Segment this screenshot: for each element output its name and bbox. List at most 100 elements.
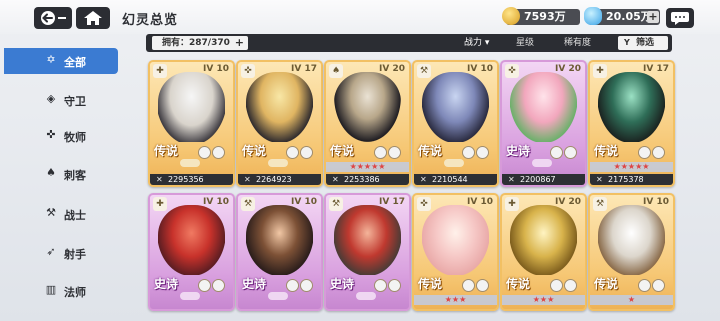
hero-portrait — [422, 205, 489, 275]
element-icon — [212, 279, 225, 292]
sidebar-item-archer[interactable]: ➶ 射手 — [0, 240, 126, 266]
element-icon — [462, 279, 475, 292]
hero-card[interactable]: ✚ IV 10 传说 ✕ 2295356 — [148, 60, 235, 187]
sidebar-item-guard[interactable]: ◈ 守卫 — [0, 87, 126, 113]
element-icon — [374, 279, 387, 292]
back-button[interactable] — [34, 7, 72, 29]
hero-card[interactable]: ✚ IV 20 传说 ★★★ — [500, 193, 587, 311]
power-bar: ✕ 2210544 — [414, 174, 497, 185]
sidebar-item-all[interactable]: ✡ 全部 — [4, 48, 118, 74]
element-icon — [462, 146, 475, 159]
level-label: IV 20 — [555, 197, 581, 207]
sidebar-item-label: 刺客 — [64, 169, 86, 182]
level-label: IV 10 — [203, 64, 229, 74]
book-icon: ▥ — [45, 283, 57, 296]
sidebar-item-warrior[interactable]: ⚒ 战士 — [0, 201, 126, 227]
hero-card[interactable]: ✜ IV 10 传说 ★★★ — [412, 193, 499, 311]
element-icon — [286, 279, 299, 292]
sidebar-item-label: 全部 — [64, 56, 86, 69]
power-value: 2295356 — [168, 175, 204, 184]
sword-icon: ✕ — [596, 175, 603, 184]
sidebar-item-priest[interactable]: ✜ 牧师 — [0, 123, 126, 149]
star-rating: ★★★ — [502, 295, 585, 305]
owned-count[interactable]: 拥有：287/370 + — [152, 36, 248, 50]
class-icon: ✜ — [417, 197, 431, 211]
star-rating: ★★★ — [414, 295, 497, 305]
sidebar-item-label: 牧师 — [64, 131, 86, 144]
sidebar-item-label: 射手 — [64, 248, 86, 261]
chat-button[interactable] — [666, 8, 694, 28]
chat-icon — [671, 12, 689, 25]
class-icon: ⚒ — [241, 197, 255, 211]
element-icon — [388, 146, 401, 159]
filter-button-label: 筛选 — [636, 38, 655, 48]
sidebar-item-mage[interactable]: ▥ 法师 — [0, 278, 126, 304]
element-icon — [550, 279, 563, 292]
star-rating: ★ — [590, 295, 673, 305]
element-icon — [638, 146, 651, 159]
rarity-label: 传说 — [418, 144, 443, 158]
hero-card[interactable]: ♠ IV 20 传说 ★★★★★ ✕ 2253386 — [324, 60, 411, 187]
power-value: 2210544 — [432, 175, 468, 184]
sword-icon: ✕ — [244, 175, 251, 184]
rank-emblem — [268, 292, 288, 300]
sort-power-button[interactable]: 战力 ▾ — [464, 37, 489, 49]
power-bar: ✕ 2264923 — [238, 174, 321, 185]
gem-currency: 20.05万 + — [584, 7, 660, 25]
level-label: IV 10 — [203, 197, 229, 207]
sidebar-item-assassin[interactable]: ♠ 刺客 — [0, 161, 126, 187]
rarity-label: 传说 — [154, 144, 179, 158]
sword-icon: ✕ — [420, 175, 427, 184]
sword-icon: ✕ — [156, 175, 163, 184]
level-label: IV 17 — [643, 64, 669, 74]
sort-star-button[interactable]: 星级 — [516, 37, 534, 49]
rank-emblem — [532, 159, 552, 167]
class-icon: ✜ — [505, 64, 519, 78]
hero-card[interactable]: ⚒ IV 10 史诗 — [236, 193, 323, 311]
sort-rarity-button[interactable]: 稀有度 — [564, 37, 591, 49]
hero-portrait — [598, 72, 665, 142]
element-icon — [550, 146, 563, 159]
hero-portrait — [158, 72, 225, 142]
sidebar-item-label: 战士 — [64, 209, 86, 222]
owned-plus-icon: + — [234, 36, 244, 49]
class-icon: ✚ — [153, 197, 167, 211]
element-icon — [388, 279, 401, 292]
level-label: IV 20 — [555, 64, 581, 74]
shield-icon: ◈ — [46, 92, 56, 105]
element-icon — [198, 279, 211, 292]
filter-button[interactable]: Y 筛选 — [618, 36, 668, 50]
hero-card[interactable]: ⚒ IV 17 史诗 — [324, 193, 411, 311]
element-icon — [564, 279, 577, 292]
class-icon: ✚ — [153, 64, 167, 78]
add-gems-button[interactable]: + — [647, 11, 659, 23]
back-arrow-icon — [41, 11, 66, 25]
hero-card[interactable]: ✜ IV 17 传说 ✕ 2264923 — [236, 60, 323, 187]
hero-card[interactable]: ✚ IV 10 史诗 — [148, 193, 235, 311]
hero-portrait — [422, 72, 489, 142]
element-icon — [638, 279, 651, 292]
class-icon: ♠ — [329, 64, 343, 78]
hero-card[interactable]: ✚ IV 17 传说 ★★★★★ ✕ 2175378 — [588, 60, 675, 187]
hero-card[interactable]: ✜ IV 20 史诗 ✕ 2200867 — [500, 60, 587, 187]
hero-portrait — [598, 205, 665, 275]
rarity-label: 史诗 — [506, 144, 531, 158]
wings-icon: ✜ — [46, 128, 56, 141]
star-rating: ★★★★★ — [326, 162, 409, 172]
rarity-label: 传说 — [330, 144, 355, 158]
hero-card[interactable]: ⚒ IV 10 传说 ✕ 2210544 — [412, 60, 499, 187]
hero-portrait — [246, 205, 313, 275]
hero-portrait — [158, 205, 225, 275]
owned-count-text: 拥有：287/370 — [162, 38, 230, 48]
element-icon — [652, 146, 665, 159]
element-icon — [300, 279, 313, 292]
bow-icon: ➶ — [46, 245, 56, 258]
power-bar: ✕ 2175378 — [590, 174, 673, 185]
element-icon — [198, 146, 211, 159]
gold-coin-icon — [502, 7, 520, 25]
class-icon: ⚒ — [329, 197, 343, 211]
hero-card[interactable]: ⚒ IV 10 传说 ★ — [588, 193, 675, 311]
home-button[interactable] — [76, 7, 110, 29]
class-icon: ✚ — [505, 197, 519, 211]
dagger-icon: ♠ — [46, 166, 56, 179]
